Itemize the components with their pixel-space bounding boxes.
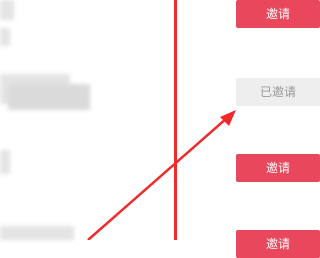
annotation-arrow-head <box>220 110 236 126</box>
red-divider-line <box>174 0 177 240</box>
invite-button-1[interactable]: 邀请 <box>236 0 320 28</box>
blurred-user-list <box>0 0 170 240</box>
blurred-avatar-2 <box>0 28 10 46</box>
blurred-info-2 <box>0 150 10 174</box>
invite-button-list: 邀请 已邀请 邀请 邀请 <box>236 0 320 258</box>
invite-button-3[interactable]: 邀请 <box>236 230 320 258</box>
blurred-avatar-1 <box>0 0 14 20</box>
blurred-bottom-text <box>0 226 74 240</box>
invited-button: 已邀请 <box>236 78 320 106</box>
invite-button-2[interactable]: 邀请 <box>236 154 320 182</box>
blurred-info-text <box>8 84 90 110</box>
